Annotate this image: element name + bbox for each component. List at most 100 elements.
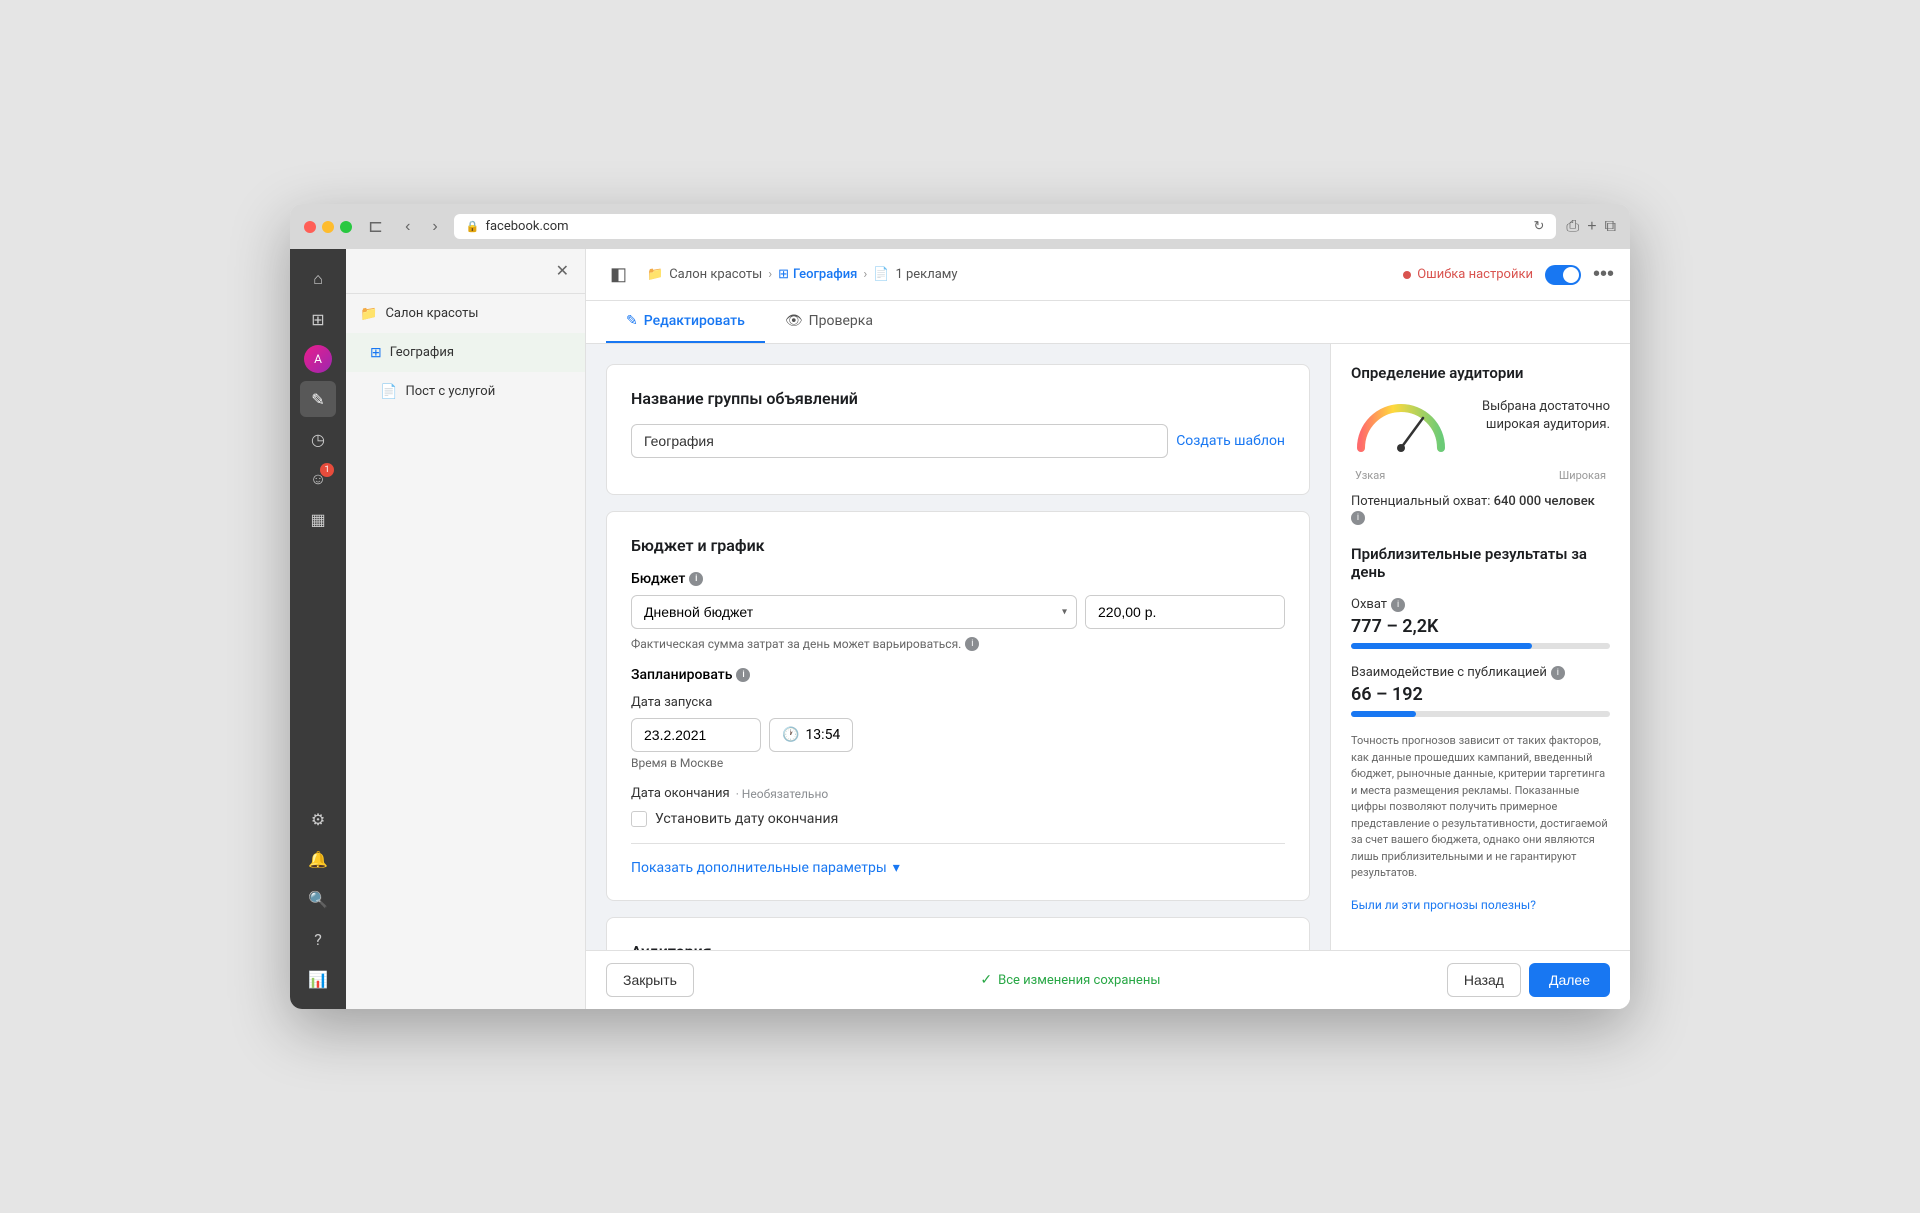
- breadcrumb-ad[interactable]: 1 рекламу: [895, 267, 957, 282]
- sidebar-close-button[interactable]: ✕: [552, 257, 573, 285]
- nav-search-icon[interactable]: 🔍: [300, 881, 336, 917]
- audience-definition-title: Определение аудитории: [1351, 364, 1610, 382]
- reload-icon[interactable]: ↻: [1534, 219, 1545, 234]
- tabs-button[interactable]: ⧉: [1605, 218, 1616, 236]
- budget-label-row: Бюджет i: [631, 571, 1285, 587]
- more-options-button[interactable]: •••: [1593, 263, 1614, 286]
- end-date-label-text: Дата окончания: [631, 786, 730, 801]
- audience-card: Аудитория Определите аудиторию для своей…: [606, 917, 1310, 950]
- breadcrumb-adset: ⊞ География: [778, 267, 857, 282]
- reach-bar-fill: [1351, 643, 1532, 649]
- nav-home-icon[interactable]: ⌂: [300, 261, 336, 297]
- back-nav-button[interactable]: ‹: [399, 216, 416, 238]
- share-button[interactable]: ⎙: [1566, 218, 1579, 236]
- nav-actions: Назад Далее: [1447, 963, 1610, 997]
- browser-chrome: ⊏ ‹ › 🔒 facebook.com ↻ ⎙ + ⧉: [290, 204, 1630, 249]
- close-traffic-light[interactable]: [304, 221, 316, 233]
- breadcrumb-campaign[interactable]: Салон красоты: [669, 267, 762, 282]
- reach-metric-value: 777 – 2,2K: [1351, 616, 1610, 637]
- breadcrumb-sep-2: ›: [863, 267, 867, 282]
- folder-icon-breadcrumb: 📁: [647, 267, 663, 282]
- close-button[interactable]: Закрыть: [606, 963, 694, 997]
- nav-table-icon[interactable]: ▦: [300, 501, 336, 537]
- budget-card: Бюджет и график Бюджет i Дневной бюджет …: [606, 511, 1310, 901]
- show-more-link[interactable]: Показать дополнительные параметры ▾: [631, 860, 1285, 876]
- hint-info-icon[interactable]: i: [965, 637, 979, 651]
- end-date-optional: · Необязательно: [736, 787, 829, 801]
- sidebar-item-adset[interactable]: ⊞ География •••: [346, 333, 585, 372]
- reach-info-icon[interactable]: i: [1351, 511, 1365, 525]
- create-template-link[interactable]: Создать шаблон: [1176, 433, 1285, 449]
- audience-title: Аудитория: [631, 942, 1285, 950]
- edit-tab-label: Редактировать: [644, 313, 745, 329]
- tab-edit[interactable]: ✎ Редактировать: [606, 301, 765, 343]
- start-date-input[interactable]: [631, 718, 761, 752]
- sidebar-item-campaign[interactable]: 📁 Салон красоты •••: [346, 294, 585, 333]
- end-date-checkbox[interactable]: [631, 811, 647, 827]
- adset-name-row: Создать шаблон: [631, 424, 1285, 458]
- sidebar: ✕ 📁 Салон красоты ••• ⊞ География ••• 📄 …: [346, 249, 586, 1009]
- new-tab-button[interactable]: +: [1587, 218, 1596, 236]
- reach-label-info[interactable]: i: [1391, 598, 1405, 612]
- nav-bell-icon[interactable]: 🔔: [300, 841, 336, 877]
- sidebar-toggle-button[interactable]: ⊏: [362, 214, 389, 239]
- home-icon: ⌂: [313, 269, 323, 289]
- reach-number: 640 000 человек: [1494, 494, 1595, 509]
- address-bar[interactable]: 🔒 facebook.com ↻: [454, 214, 1557, 239]
- campaign-toggle[interactable]: [1545, 265, 1581, 285]
- breadcrumb-sep-1: ›: [768, 267, 772, 282]
- nav-report-icon[interactable]: 📊: [300, 961, 336, 997]
- nav-help-icon[interactable]: ?: [300, 921, 336, 957]
- schedule-info-icon[interactable]: i: [736, 668, 750, 682]
- nav-clock-icon[interactable]: ◷: [300, 421, 336, 457]
- bell-icon: 🔔: [308, 850, 328, 869]
- adset-label: География: [390, 345, 547, 360]
- budget-type-select[interactable]: Дневной бюджет: [631, 595, 1077, 629]
- main-content: ◧ 📁 Салон красоты › ⊞ География › 📄 1 ре…: [586, 249, 1630, 1009]
- end-date-section: Дата окончания · Необязательно Установит…: [631, 786, 1285, 827]
- date-time-row: 🕐 13:54: [631, 718, 1285, 752]
- minimize-traffic-light[interactable]: [322, 221, 334, 233]
- budget-info-icon[interactable]: i: [689, 572, 703, 586]
- sidebar-item-ad[interactable]: 📄 Пост с услугой •••: [346, 372, 585, 411]
- review-tab-icon: 👁: [785, 313, 803, 329]
- form-section: Название группы объявлений Создать шабло…: [586, 344, 1330, 950]
- budget-amount-input[interactable]: [1086, 596, 1285, 628]
- user-avatar: А: [304, 345, 332, 373]
- budget-section-title: Бюджет и график: [631, 536, 1285, 555]
- audience-header-row: Выбрана достаточно широкая аудитория.: [1351, 398, 1610, 457]
- engagement-info[interactable]: i: [1551, 666, 1565, 680]
- wide-label: Широкая: [1559, 469, 1606, 482]
- feedback-link[interactable]: Были ли эти прогнозы полезны?: [1351, 898, 1536, 912]
- nav-avatar[interactable]: А: [300, 341, 336, 377]
- nav-grid-icon[interactable]: ⊞: [300, 301, 336, 337]
- engagement-metric-value: 66 – 192: [1351, 684, 1610, 705]
- budget-row: Дневной бюджет ▾ RUB: [631, 595, 1285, 629]
- url-text: facebook.com: [485, 219, 568, 234]
- nav-cookie-icon[interactable]: ☺ 1: [300, 461, 336, 497]
- sidebar-header: ✕: [346, 249, 585, 294]
- end-date-label-row: Дата окончания · Необязательно: [631, 786, 1285, 801]
- forward-nav-button[interactable]: ›: [426, 216, 443, 238]
- lock-icon: 🔒: [466, 220, 480, 233]
- back-button[interactable]: Назад: [1447, 963, 1521, 997]
- nav-edit-icon[interactable]: ✎: [300, 381, 336, 417]
- error-dot: [1403, 271, 1411, 279]
- end-date-checkbox-label: Установить дату окончания: [655, 811, 838, 827]
- tab-review[interactable]: 👁 Проверка: [765, 301, 893, 343]
- nav-settings-icon[interactable]: ⚙: [300, 801, 336, 837]
- left-nav: ⌂ ⊞ А ✎ ◷ ☺ 1 ▦ ⚙: [290, 249, 346, 1009]
- gauge: [1351, 398, 1451, 453]
- disclaimer-text: Точность прогнозов зависит от таких факт…: [1351, 733, 1610, 882]
- edit-tab-icon: ✎: [626, 313, 638, 329]
- budget-amount-wrap: RUB: [1085, 595, 1285, 629]
- next-button[interactable]: Далее: [1529, 963, 1610, 997]
- folder-icon: 📁: [360, 306, 377, 322]
- error-label: Ошибка настройки: [1417, 267, 1533, 282]
- collapse-button[interactable]: ◧: [602, 260, 635, 289]
- results-section: Приблизительные результаты за день Охват…: [1351, 545, 1610, 913]
- maximize-traffic-light[interactable]: [340, 221, 352, 233]
- campaign-label: Салон красоты: [385, 306, 546, 321]
- table-icon: ▦: [310, 510, 325, 529]
- adset-name-input[interactable]: [631, 424, 1168, 458]
